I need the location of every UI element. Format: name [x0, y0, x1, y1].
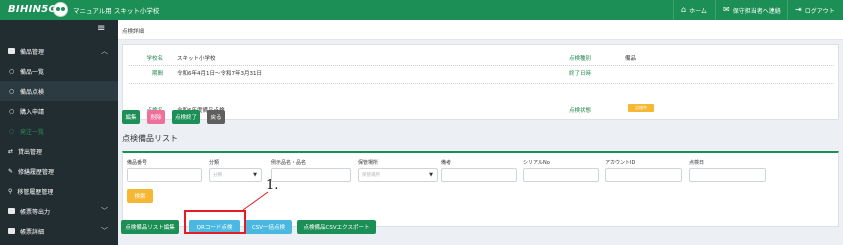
- annotation-arrow-line: [242, 191, 269, 211]
- annotation-pointer: [242, 191, 269, 211]
- annotation-label: 1.: [266, 178, 279, 193]
- annotation-highlight-box: [184, 210, 246, 234]
